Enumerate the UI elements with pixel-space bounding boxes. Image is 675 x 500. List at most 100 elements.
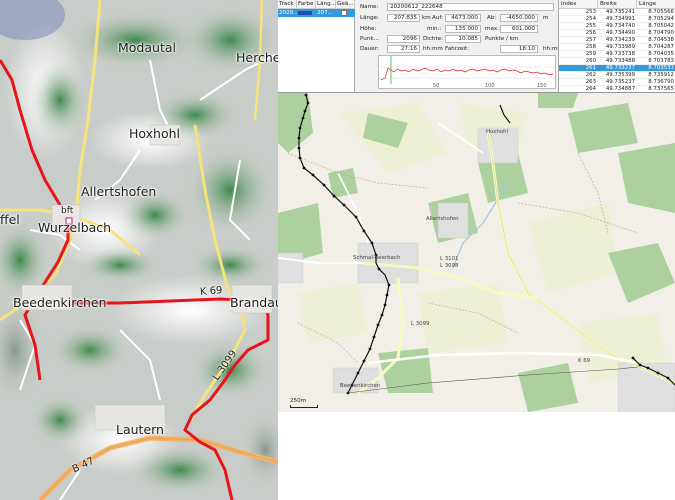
max-field: 601.000 [500, 25, 538, 33]
place-hoxhohl: Hoxhohl [129, 126, 181, 141]
place-lautern: Lautern [116, 422, 164, 437]
length-field: 207.835 [387, 14, 420, 22]
point-index-cell: 261 [585, 65, 596, 71]
point-lat-cell: 49.734490 [605, 30, 635, 36]
length-unit: km [422, 15, 431, 21]
point-lat-cell: 49.735241 [605, 9, 635, 15]
points-table[interactable]: Index Breite Länge 253 49.735241 8.705566 2… [558, 0, 675, 92]
name-field[interactable]: 20200612_222648 [387, 3, 554, 11]
scale-label: 250m [290, 398, 307, 404]
point-lon-cell: 8.736790 [648, 79, 674, 85]
track-name-cell: 2020... [279, 10, 297, 16]
scale-bar [290, 405, 318, 408]
point-row[interactable]: 260 49.733488 8.703783 [559, 58, 675, 65]
point-lon-cell: 8.704790 [648, 30, 674, 36]
point-lat-cell: 49.735237 [605, 79, 635, 85]
density-label: Dichte: [423, 36, 444, 42]
name-label: Name: [360, 4, 379, 10]
track-color-cell [297, 9, 316, 17]
point-lon-cell: 8.703531 [648, 65, 674, 71]
changed-col-header[interactable]: Geä... [336, 0, 355, 9]
point-row[interactable]: 261 49.733237 8.703531 [559, 65, 675, 72]
bus-stop-label: bft [61, 206, 74, 216]
point-row[interactable]: 255 49.734740 8.705042 [559, 23, 675, 30]
density-field: 10.085 [445, 35, 481, 43]
point-index-cell: 259 [585, 51, 596, 57]
up-field: 4673.000 [445, 14, 481, 22]
place-brandau: Brandau [230, 295, 278, 310]
place-ffel: ffel [0, 212, 20, 227]
up-label: Auf: [432, 15, 444, 21]
duration-field: 27:16 [387, 45, 420, 53]
point-row[interactable]: 263 49.735237 8.736790 [559, 79, 675, 86]
point-lat-cell: 49.734887 [605, 86, 635, 92]
point-index-cell: 262 [585, 72, 596, 78]
osm-road-l3101: L 3101 [440, 256, 459, 262]
profile-tick-50: 50 [433, 83, 439, 88]
elevation-profile-canvas: 50 100 150 [379, 56, 555, 89]
point-index-cell: 253 [585, 9, 596, 15]
min-label: min.: [427, 26, 442, 32]
color-col-header[interactable]: Farbe [297, 0, 316, 9]
point-lat-cell: 49.735399 [605, 72, 635, 78]
point-index-cell: 264 [585, 86, 596, 92]
point-lon-cell: 8.737565 [648, 86, 674, 92]
elevation-profile[interactable]: 50 100 150 [378, 55, 556, 89]
points-field: 2096 [387, 35, 420, 43]
track-row-selected[interactable]: 2020... 207... [278, 9, 355, 17]
point-lon-cell: 8.705042 [648, 23, 674, 29]
point-row[interactable]: 253 49.735241 8.705566 [559, 9, 675, 16]
point-row[interactable]: 262 49.735399 8.735912 [559, 72, 675, 79]
track-table[interactable]: Track Farbe Läng... Geä... 2020... 207..… [278, 0, 355, 92]
length-col-header[interactable]: Läng... [316, 0, 336, 9]
point-row[interactable]: 257 49.734239 8.704538 [559, 37, 675, 44]
osm-place-hoxhohl: Hoxhohl [486, 129, 509, 135]
place-wurzelbach: Wurzelbach [38, 220, 112, 235]
length-label: Länge: [360, 15, 379, 21]
track-info-panel: Track Farbe Läng... Geä... 2020... 207..… [278, 0, 675, 93]
point-lat-cell: 49.734991 [605, 16, 635, 22]
down-field: -4650.000 [500, 14, 538, 22]
track-changed-checkbox[interactable] [340, 9, 350, 17]
point-lon-cell: 8.705566 [648, 9, 674, 15]
duration-unit: hh:mm [423, 46, 443, 52]
place-beedenkirchen: Beedenkirchen [13, 295, 107, 310]
point-index-cell: 258 [585, 44, 596, 50]
lat-col-header[interactable]: Breite [598, 0, 637, 9]
point-lon-cell: 8.704538 [648, 37, 674, 43]
point-lat-cell: 49.734740 [605, 23, 635, 29]
point-index-cell: 254 [585, 16, 596, 22]
terrain-map[interactable]: Modautal Herche Hoxhohl Allertshofen Wur… [0, 0, 278, 500]
point-lat-cell: 49.733237 [605, 65, 635, 71]
place-modautal: Modautal [118, 40, 176, 55]
track-col-header[interactable]: Track [278, 0, 297, 9]
point-row[interactable]: 254 49.734991 8.705294 [559, 16, 675, 23]
index-col-header[interactable]: Index [559, 0, 598, 9]
point-lon-cell: 8.704287 [648, 44, 674, 50]
min-field: 135.000 [445, 25, 481, 33]
down-unit: m [543, 15, 549, 21]
point-row[interactable]: 258 49.733989 8.704287 [559, 44, 675, 51]
max-label: max.: [485, 26, 501, 32]
osm-map-canvas [278, 93, 675, 412]
osm-map[interactable]: Hoxhohl Allertshofen Schmal-Beerbach Bee… [278, 93, 675, 412]
point-row[interactable]: 256 49.734490 8.704790 [559, 30, 675, 37]
point-lat-cell: 49.733989 [605, 44, 635, 50]
point-row[interactable]: 264 49.734887 8.737565 [559, 86, 675, 92]
point-index-cell: 257 [585, 37, 596, 43]
point-lat-cell: 49.733738 [605, 51, 635, 57]
drive-field: 18:10 [500, 45, 538, 53]
point-lon-cell: 8.703783 [648, 58, 674, 64]
lon-col-header[interactable]: Länge [637, 0, 675, 9]
point-lon-cell: 8.705294 [648, 16, 674, 22]
down-label: Ab: [487, 15, 497, 21]
points-label: Punk... [360, 36, 379, 42]
point-index-cell: 263 [585, 79, 596, 85]
place-allertshofen: Allertshofen [81, 184, 157, 199]
point-lat-cell: 49.734239 [605, 37, 635, 43]
osm-place-beedenkirchen: Beedenkirchen [340, 383, 381, 389]
point-lon-cell: 8.735912 [648, 72, 674, 78]
point-index-cell: 255 [585, 23, 596, 29]
road-k69-label: K 69 [199, 285, 223, 298]
point-row[interactable]: 259 49.733738 8.704035 [559, 51, 675, 58]
